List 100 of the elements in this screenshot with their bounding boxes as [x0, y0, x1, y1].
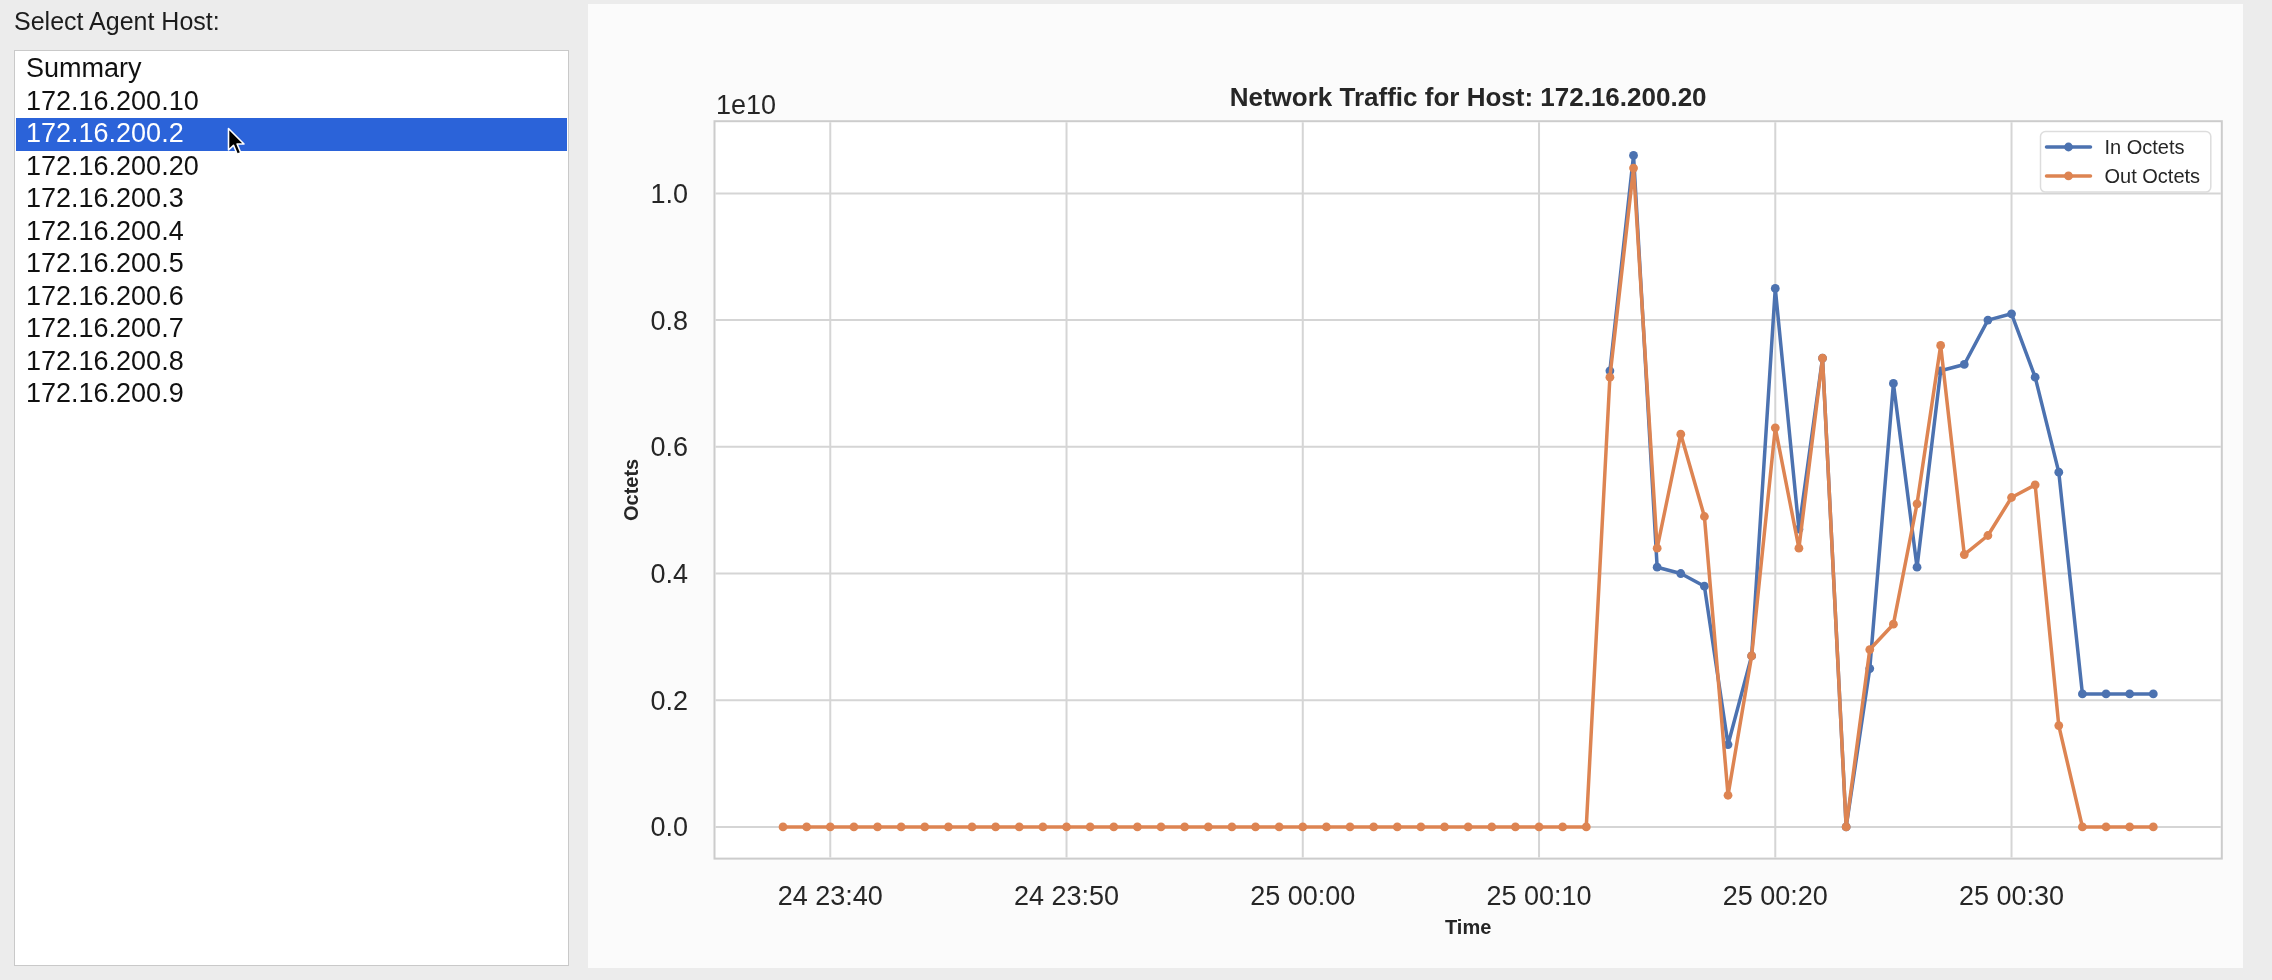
host-list-item[interactable]: 172.16.200.9 [16, 378, 567, 411]
data-point [1274, 822, 1284, 832]
host-list-item[interactable]: 172.16.200.10 [16, 85, 567, 118]
data-point [2078, 689, 2087, 699]
tick-label: 0.2 [650, 685, 688, 716]
data-point [2054, 721, 2064, 730]
data-point [1487, 822, 1497, 832]
host-list-item[interactable]: 172.16.200.7 [16, 313, 567, 346]
data-point [1912, 499, 1922, 509]
axis-title: Time [1445, 916, 1492, 938]
host-list-item[interactable]: 172.16.200.5 [16, 248, 567, 281]
data-point [1392, 822, 1402, 832]
data-point [1959, 360, 1969, 369]
data-point [1912, 562, 1922, 572]
data-point [1794, 543, 1804, 553]
data-point [1038, 822, 1048, 832]
host-list-item[interactable]: 172.16.200.6 [16, 280, 567, 313]
data-point [1723, 740, 1733, 749]
tick-label: 0.6 [650, 432, 688, 463]
data-point [1440, 822, 1449, 832]
data-point [1983, 315, 1993, 325]
data-point [1322, 822, 1331, 832]
data-point [1298, 822, 1308, 832]
data-point [2101, 822, 2111, 832]
host-list-item[interactable]: 172.16.200.3 [16, 183, 567, 216]
data-point [2007, 493, 2016, 502]
data-point [1156, 822, 1166, 832]
tick-label: 25 00:30 [1959, 881, 2065, 911]
data-point [1983, 531, 1993, 540]
legend-label: Out Octets [2104, 164, 2201, 187]
data-point [2030, 372, 2040, 382]
data-point [1062, 822, 1071, 832]
data-point [1133, 822, 1142, 832]
tick-label: 25 00:20 [1722, 881, 1828, 911]
list-label: Select Agent Host: [14, 6, 220, 36]
data-point [1085, 822, 1095, 832]
data-point [2007, 309, 2016, 319]
data-point [2054, 467, 2064, 477]
data-point [1652, 562, 1662, 572]
data-point [1889, 379, 1898, 388]
host-list-item[interactable]: Summary [16, 53, 567, 86]
data-point [1416, 822, 1426, 832]
data-point [802, 822, 812, 832]
data-point [1700, 581, 1709, 591]
axis-title: Octets [620, 458, 642, 522]
data-point [849, 822, 859, 832]
legend-label: In Octets [2104, 136, 2185, 158]
data-point [1014, 822, 1024, 832]
data-point [1676, 569, 1686, 578]
host-list-item[interactable]: 172.16.200.4 [16, 215, 567, 248]
data-point [825, 822, 835, 832]
data-point [1652, 543, 1662, 553]
axis-offset-label: 1e10 [716, 90, 777, 120]
tick-label: 25 00:10 [1486, 881, 1592, 911]
data-point [1558, 822, 1568, 832]
tick-label: 24 23:40 [777, 881, 883, 911]
data-point [1629, 163, 1638, 173]
data-point [1865, 645, 1875, 654]
data-point [1180, 822, 1190, 832]
data-point [778, 822, 788, 832]
chart-title: Network Traffic for Host: 172.16.200.20 [1229, 82, 1707, 112]
host-list-item[interactable]: 172.16.200.8 [16, 345, 567, 378]
tick-label: 25 00:00 [1250, 881, 1356, 911]
data-point [2125, 822, 2135, 832]
data-point [1109, 822, 1119, 832]
data-point [920, 822, 930, 832]
data-point [1345, 822, 1355, 832]
data-point [1605, 372, 1615, 382]
data-point [1959, 550, 1969, 559]
data-point [896, 822, 906, 832]
data-point [1581, 822, 1591, 832]
data-point [991, 822, 1001, 832]
data-point [2101, 689, 2111, 699]
data-point [2125, 689, 2135, 699]
data-point [2078, 822, 2087, 832]
data-point [1369, 822, 1379, 832]
data-point [2030, 480, 2040, 490]
data-point [1629, 151, 1638, 160]
tick-label: 0.8 [650, 305, 688, 336]
data-point [1251, 822, 1260, 832]
data-point [1770, 423, 1780, 433]
data-point [1463, 822, 1473, 832]
data-point [967, 822, 977, 832]
data-point [1865, 664, 1875, 673]
data-point [944, 822, 953, 832]
data-point [2148, 689, 2158, 699]
tick-label: 1.0 [650, 178, 688, 209]
host-list-item[interactable]: 172.16.200.2 [16, 118, 567, 151]
cursor-icon [227, 127, 247, 157]
host-list-item[interactable]: 172.16.200.20 [16, 150, 567, 183]
data-point [1700, 512, 1709, 521]
tick-label: 24 23:50 [1013, 881, 1120, 911]
data-point [1770, 284, 1780, 293]
data-point [1534, 822, 1544, 832]
tick-label: 0.4 [650, 559, 688, 589]
data-point [1203, 822, 1213, 832]
data-point [1676, 429, 1686, 439]
data-point [1511, 822, 1520, 832]
data-point [2148, 822, 2158, 832]
data-point [1227, 822, 1237, 832]
